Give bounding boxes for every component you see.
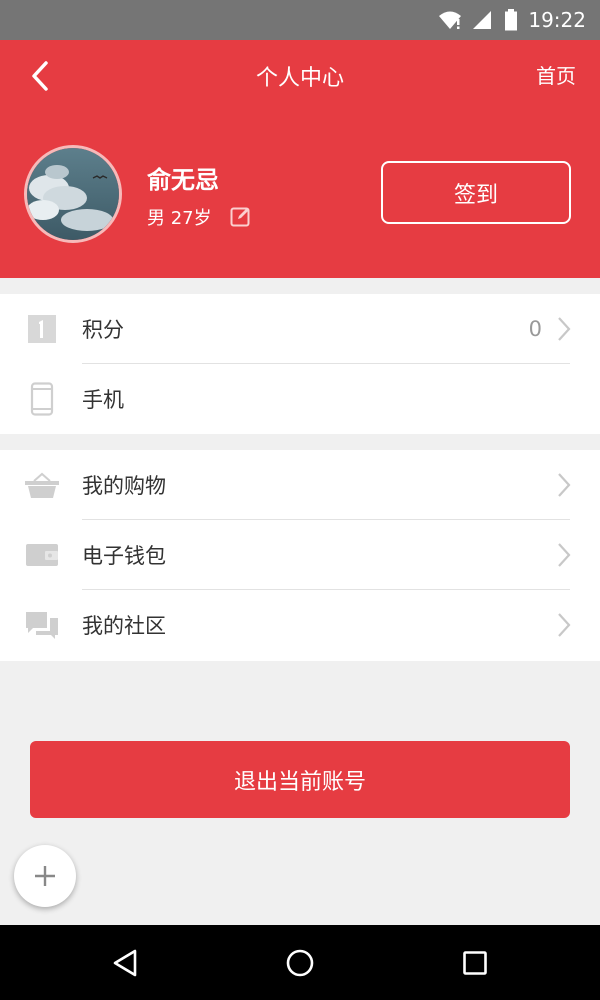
nav-home-button[interactable] — [260, 925, 340, 1000]
user-meta: 男 27岁 — [147, 204, 254, 230]
chevron-right-icon — [558, 613, 571, 637]
signal-icon — [473, 11, 492, 29]
signin-button[interactable]: 签到 — [381, 161, 571, 224]
list-item-label: 积分 — [82, 318, 124, 342]
plus-icon — [35, 866, 55, 886]
square-recents-icon — [463, 950, 487, 975]
list-item-community[interactable]: 我的社区 — [0, 590, 600, 660]
nav-recents-button[interactable] — [435, 925, 515, 1000]
chat-icon — [24, 607, 60, 643]
points-value: 0 — [528, 317, 542, 341]
status-icons: 19:22 — [438, 0, 586, 40]
nav-back-button[interactable] — [85, 925, 165, 1000]
account-info-group: 积分 0 手机 — [0, 294, 600, 434]
list-item-label: 手机 — [82, 388, 124, 412]
triangle-back-icon — [113, 949, 137, 976]
home-link[interactable]: 首页 — [536, 60, 576, 89]
add-floating-button[interactable] — [14, 845, 76, 907]
list-item-shopping[interactable]: 我的购物 — [0, 450, 600, 520]
profile-header: 个人中心 首页 俞无忌 男 27岁 签到 — [0, 40, 600, 278]
chevron-right-icon — [558, 543, 571, 567]
services-group: 我的购物 电子钱包 我的社区 — [0, 450, 600, 661]
user-age: 27岁 — [170, 208, 212, 229]
status-bar: 19:22 — [0, 0, 600, 40]
list-item-label: 电子钱包 — [82, 544, 166, 568]
list-item-phone[interactable]: 手机 — [0, 364, 600, 434]
list-item-points[interactable]: 积分 0 — [0, 294, 600, 364]
list-item-wallet[interactable]: 电子钱包 — [0, 520, 600, 590]
list-item-label: 我的社区 — [82, 614, 166, 638]
edit-icon[interactable] — [230, 205, 254, 229]
avatar-image — [27, 148, 119, 240]
battery-icon — [505, 9, 518, 31]
chevron-right-icon — [558, 317, 571, 341]
page-title: 个人中心 — [255, 66, 344, 91]
points-icon — [24, 311, 60, 347]
logout-button[interactable]: 退出当前账号 — [30, 741, 570, 818]
system-navigation-bar — [0, 925, 600, 1000]
chevron-right-icon — [558, 473, 571, 497]
wifi-icon — [439, 11, 462, 29]
avatar[interactable] — [24, 145, 122, 243]
user-name: 俞无忌 — [147, 166, 219, 194]
list-item-label: 我的购物 — [82, 474, 166, 498]
wallet-icon — [24, 537, 60, 573]
phone-icon — [24, 381, 60, 417]
user-gender-age: 男 27岁 — [147, 204, 212, 230]
user-gender: 男 — [147, 208, 165, 229]
basket-icon — [24, 467, 60, 503]
status-time: 19:22 — [528, 8, 586, 32]
circle-home-icon — [286, 949, 314, 976]
